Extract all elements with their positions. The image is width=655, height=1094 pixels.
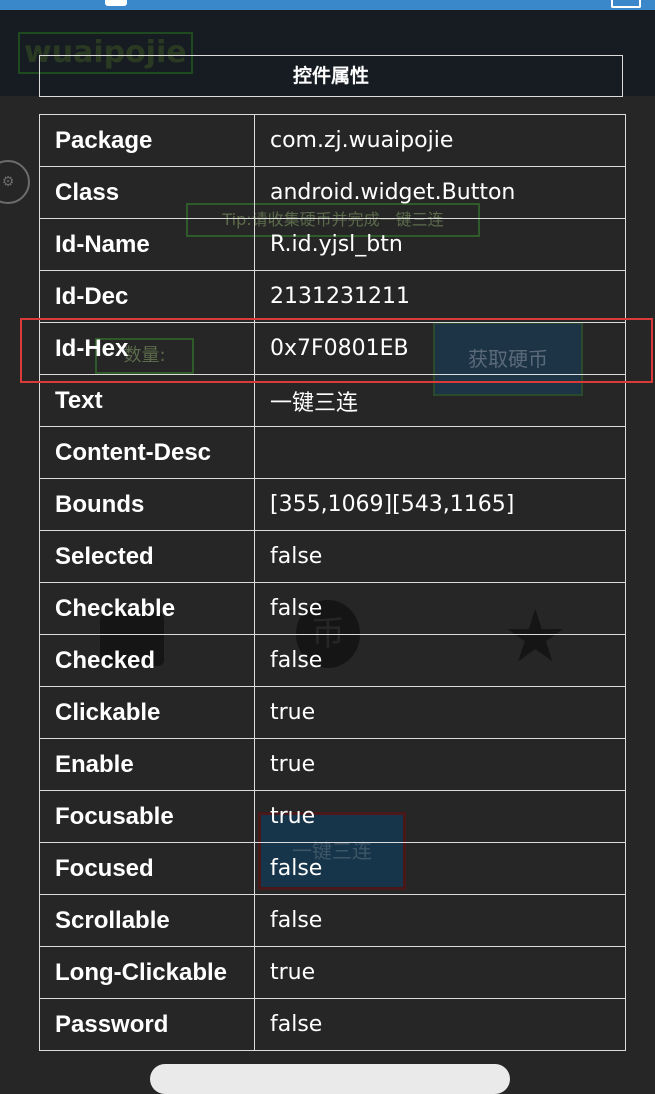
property-key: Class: [39, 166, 255, 219]
table-row: Enable true: [39, 738, 626, 791]
property-key: Checkable: [39, 582, 255, 635]
table-row: Bounds [355,1069][543,1165]: [39, 478, 626, 531]
property-value: false: [254, 530, 626, 583]
property-value: 2131231211: [254, 270, 626, 323]
battery-icon: [611, 0, 641, 8]
properties-table: Package com.zj.wuaipojie Class android.wid…: [39, 114, 626, 1051]
table-row: Package com.zj.wuaipojie: [39, 114, 626, 167]
table-row: Content-Desc: [39, 426, 626, 479]
property-value: 一键三连: [254, 374, 626, 427]
property-key: Content-Desc: [39, 426, 255, 479]
property-key: Password: [39, 998, 255, 1051]
property-key: Scrollable: [39, 894, 255, 947]
property-value: false: [254, 842, 626, 895]
property-key: Focusable: [39, 790, 255, 843]
property-value: 0x7F0801EB: [254, 322, 626, 375]
table-row: Long-Clickable true: [39, 946, 626, 999]
property-value: [355,1069][543,1165]: [254, 478, 626, 531]
property-key: Id-Name: [39, 218, 255, 271]
table-row: Password false: [39, 998, 626, 1051]
table-row: Selected false: [39, 530, 626, 583]
property-value: true: [254, 790, 626, 843]
table-row: Text 一键三连: [39, 374, 626, 427]
property-value: com.zj.wuaipojie: [254, 114, 626, 167]
property-key: Clickable: [39, 686, 255, 739]
property-key: Id-Hex: [39, 322, 255, 375]
table-row: Id-Name R.id.yjsl_btn: [39, 218, 626, 271]
property-value: true: [254, 946, 626, 999]
settings-icon[interactable]: ⚙: [0, 160, 30, 204]
table-row: Focused false: [39, 842, 626, 895]
property-value: false: [254, 582, 626, 635]
property-key: Text: [39, 374, 255, 427]
table-row: Id-Dec 2131231211: [39, 270, 626, 323]
status-bar: [0, 0, 655, 10]
table-row: Id-Hex 0x7F0801EB: [39, 322, 626, 375]
property-value: [254, 426, 626, 479]
property-key: Bounds: [39, 478, 255, 531]
property-value: true: [254, 686, 626, 739]
table-row: Clickable true: [39, 686, 626, 739]
property-key: Checked: [39, 634, 255, 687]
notification-icon: [105, 0, 127, 6]
property-key: Package: [39, 114, 255, 167]
dialog-title: 控件属性: [39, 55, 623, 97]
property-key: Id-Dec: [39, 270, 255, 323]
table-row: Class android.widget.Button: [39, 166, 626, 219]
property-value: false: [254, 998, 626, 1051]
property-key: Enable: [39, 738, 255, 791]
property-value: false: [254, 894, 626, 947]
table-row: Checkable false: [39, 582, 626, 635]
property-key: Focused: [39, 842, 255, 895]
property-key: Long-Clickable: [39, 946, 255, 999]
table-row: Scrollable false: [39, 894, 626, 947]
table-row: Checked false: [39, 634, 626, 687]
property-value: true: [254, 738, 626, 791]
property-value: android.widget.Button: [254, 166, 626, 219]
property-key: Selected: [39, 530, 255, 583]
property-value: false: [254, 634, 626, 687]
property-value: R.id.yjsl_btn: [254, 218, 626, 271]
table-row: Focusable true: [39, 790, 626, 843]
